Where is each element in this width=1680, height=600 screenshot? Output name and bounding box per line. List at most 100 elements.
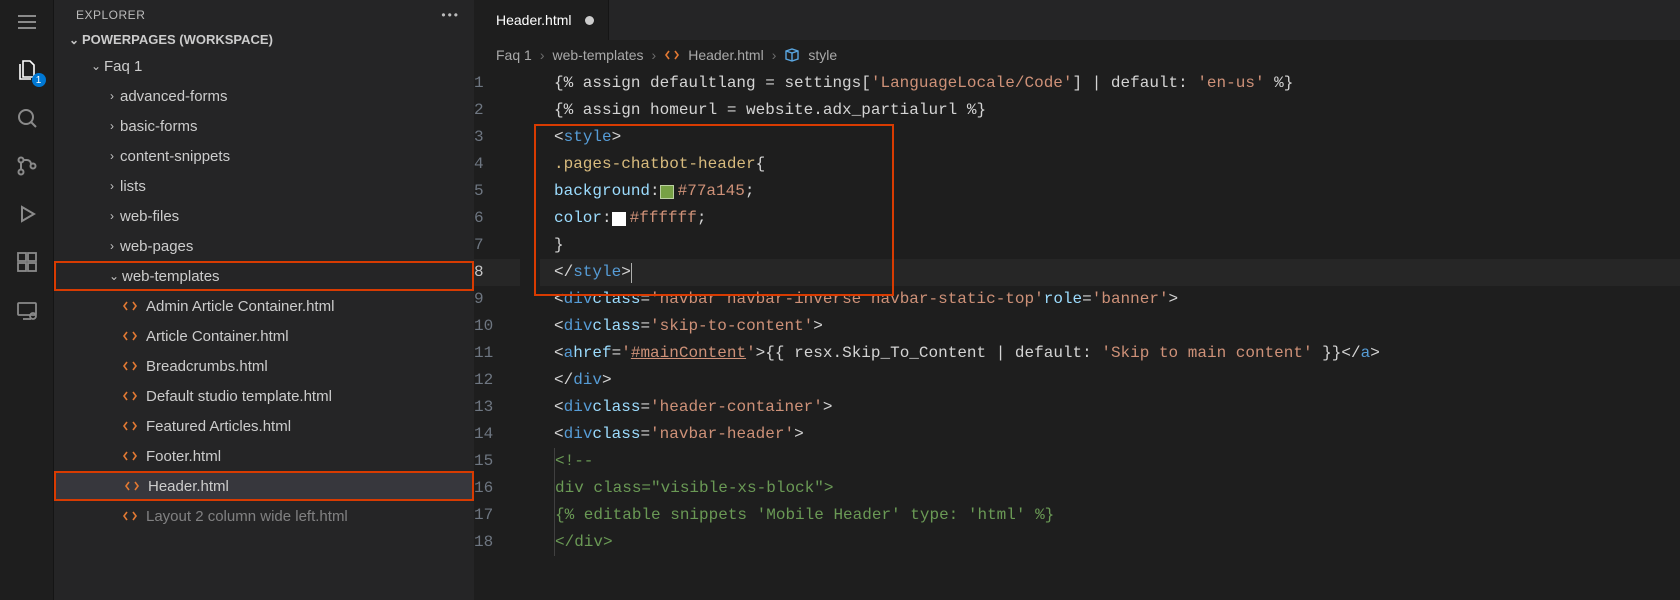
breadcrumb-item[interactable]: web-templates xyxy=(552,47,643,63)
line-number: 5 xyxy=(474,178,520,205)
code-line[interactable]: <div class='header-container'> xyxy=(540,394,1680,421)
code-content[interactable]: {% assign defaultlang = settings['Langua… xyxy=(540,70,1680,600)
file-item[interactable]: Admin Article Container.html xyxy=(54,291,474,321)
chevron-right-icon: › xyxy=(104,149,120,163)
tree-item-label: Footer.html xyxy=(146,448,221,465)
html-file-icon xyxy=(120,298,140,314)
code-line[interactable]: </style> xyxy=(540,259,1680,286)
breadcrumb-item[interactable]: style xyxy=(808,47,837,63)
file-item[interactable]: Header.html xyxy=(54,471,474,501)
code-line[interactable]: {% editable snippets 'Mobile Header' typ… xyxy=(540,502,1680,529)
line-number: 15 xyxy=(474,448,520,475)
chevron-right-icon: › xyxy=(104,119,120,133)
files-badge: 1 xyxy=(32,73,46,87)
file-item[interactable]: Breadcrumbs.html xyxy=(54,351,474,381)
editor-area: Header.html Faq 1 › web-templates › Head… xyxy=(474,0,1680,600)
file-item[interactable]: Layout 2 column wide left.html xyxy=(54,501,474,531)
file-item[interactable]: Default studio template.html xyxy=(54,381,474,411)
folder-item[interactable]: ›lists xyxy=(54,171,474,201)
code-line[interactable]: background: #77a145; xyxy=(540,178,1680,205)
chevron-down-icon: ⌄ xyxy=(88,59,104,73)
sidebar-title: EXPLORER xyxy=(76,8,145,22)
breadcrumbs[interactable]: Faq 1 › web-templates › Header.html › st… xyxy=(474,40,1680,70)
workspace-label: POWERPAGES (WORKSPACE) xyxy=(82,32,273,47)
html-file-icon xyxy=(120,328,140,344)
folder-item[interactable]: ›web-pages xyxy=(54,231,474,261)
code-line[interactable]: </div> xyxy=(540,367,1680,394)
folder-item[interactable]: ⌄Faq 1 xyxy=(54,51,474,81)
tree-item-label: Layout 2 column wide left.html xyxy=(146,508,348,525)
line-number: 14 xyxy=(474,421,520,448)
remote-explorer-icon[interactable] xyxy=(13,296,41,324)
tree-item-label: Admin Article Container.html xyxy=(146,298,334,315)
extensions-icon[interactable] xyxy=(13,248,41,276)
code-line[interactable]: <a href='#mainContent'>{{ resx.Skip_To_C… xyxy=(540,340,1680,367)
workspace-row[interactable]: ⌄ POWERPAGES (WORKSPACE) xyxy=(54,28,474,51)
line-number: 4 xyxy=(474,151,520,178)
tree-item-label: web-files xyxy=(120,208,179,225)
explorer-sidebar: EXPLORER ••• ⌄ POWERPAGES (WORKSPACE) ⌄F… xyxy=(54,0,474,600)
tree-item-label: advanced-forms xyxy=(120,88,228,105)
folder-item[interactable]: ⌄web-templates xyxy=(54,261,474,291)
html-file-icon xyxy=(664,47,680,63)
line-number: 2 xyxy=(474,97,520,124)
line-number: 10 xyxy=(474,313,520,340)
line-number: 13 xyxy=(474,394,520,421)
code-line[interactable]: <div class='navbar-header'> xyxy=(540,421,1680,448)
file-item[interactable]: Article Container.html xyxy=(54,321,474,351)
tree-item-label: lists xyxy=(120,178,146,195)
code-line[interactable]: <div class='navbar navbar-inverse navbar… xyxy=(540,286,1680,313)
activity-bar: 1 xyxy=(0,0,54,600)
debug-icon[interactable] xyxy=(13,200,41,228)
code-line[interactable]: <style> xyxy=(540,124,1680,151)
file-item[interactable]: Featured Articles.html xyxy=(54,411,474,441)
line-number: 7 xyxy=(474,232,520,259)
code-line[interactable]: <!-- xyxy=(540,448,1680,475)
code-line[interactable]: <div class='skip-to-content'> xyxy=(540,313,1680,340)
html-file-icon xyxy=(120,418,140,434)
line-number: 12 xyxy=(474,367,520,394)
tree-item-label: Breadcrumbs.html xyxy=(146,358,268,375)
tree-item-label: Header.html xyxy=(148,478,229,495)
folder-item[interactable]: ›basic-forms xyxy=(54,111,474,141)
code-line[interactable]: div class="visible-xs-block"> xyxy=(540,475,1680,502)
tree-item-label: Faq 1 xyxy=(104,58,142,75)
html-file-icon xyxy=(120,358,140,374)
file-item[interactable]: Footer.html xyxy=(54,441,474,471)
chevron-right-icon: › xyxy=(104,179,120,193)
more-actions-icon[interactable]: ••• xyxy=(441,8,460,22)
symbol-icon xyxy=(784,47,800,63)
menu-icon[interactable] xyxy=(13,8,41,36)
code-line[interactable]: </div> xyxy=(540,529,1680,556)
search-icon[interactable] xyxy=(13,104,41,132)
code-line[interactable]: {% assign defaultlang = settings['Langua… xyxy=(540,70,1680,97)
source-control-icon[interactable] xyxy=(13,152,41,180)
modified-indicator xyxy=(585,16,594,25)
breadcrumb-item[interactable]: Faq 1 xyxy=(496,47,532,63)
chevron-down-icon: ⌄ xyxy=(106,269,122,283)
tree-item-label: web-templates xyxy=(122,268,220,285)
folder-item[interactable]: ›web-files xyxy=(54,201,474,231)
tree-item-label: Article Container.html xyxy=(146,328,289,345)
code-line[interactable]: .pages-chatbot-header { xyxy=(540,151,1680,178)
code-line[interactable]: color: #ffffff; xyxy=(540,205,1680,232)
code-line[interactable]: } xyxy=(540,232,1680,259)
folder-item[interactable]: ›advanced-forms xyxy=(54,81,474,111)
tree-item-label: basic-forms xyxy=(120,118,198,135)
files-icon[interactable]: 1 xyxy=(13,56,41,84)
tree-item-label: content-snippets xyxy=(120,148,230,165)
chevron-right-icon: › xyxy=(652,47,657,63)
breadcrumb-item[interactable]: Header.html xyxy=(688,47,763,63)
html-file-icon xyxy=(120,448,140,464)
chevron-right-icon: › xyxy=(104,209,120,223)
line-number: 3 xyxy=(474,124,520,151)
tab-bar: Header.html xyxy=(474,0,1680,40)
tab-header-html[interactable]: Header.html xyxy=(474,0,609,40)
line-number: 17 xyxy=(474,502,520,529)
code-line[interactable]: {% assign homeurl = website.adx_partialu… xyxy=(540,97,1680,124)
html-file-icon xyxy=(120,388,140,404)
folder-item[interactable]: ›content-snippets xyxy=(54,141,474,171)
chevron-right-icon: › xyxy=(104,239,120,253)
tree-item-label: Featured Articles.html xyxy=(146,418,291,435)
code-editor[interactable]: 123456789101112131415161718 {% assign de… xyxy=(474,70,1680,600)
